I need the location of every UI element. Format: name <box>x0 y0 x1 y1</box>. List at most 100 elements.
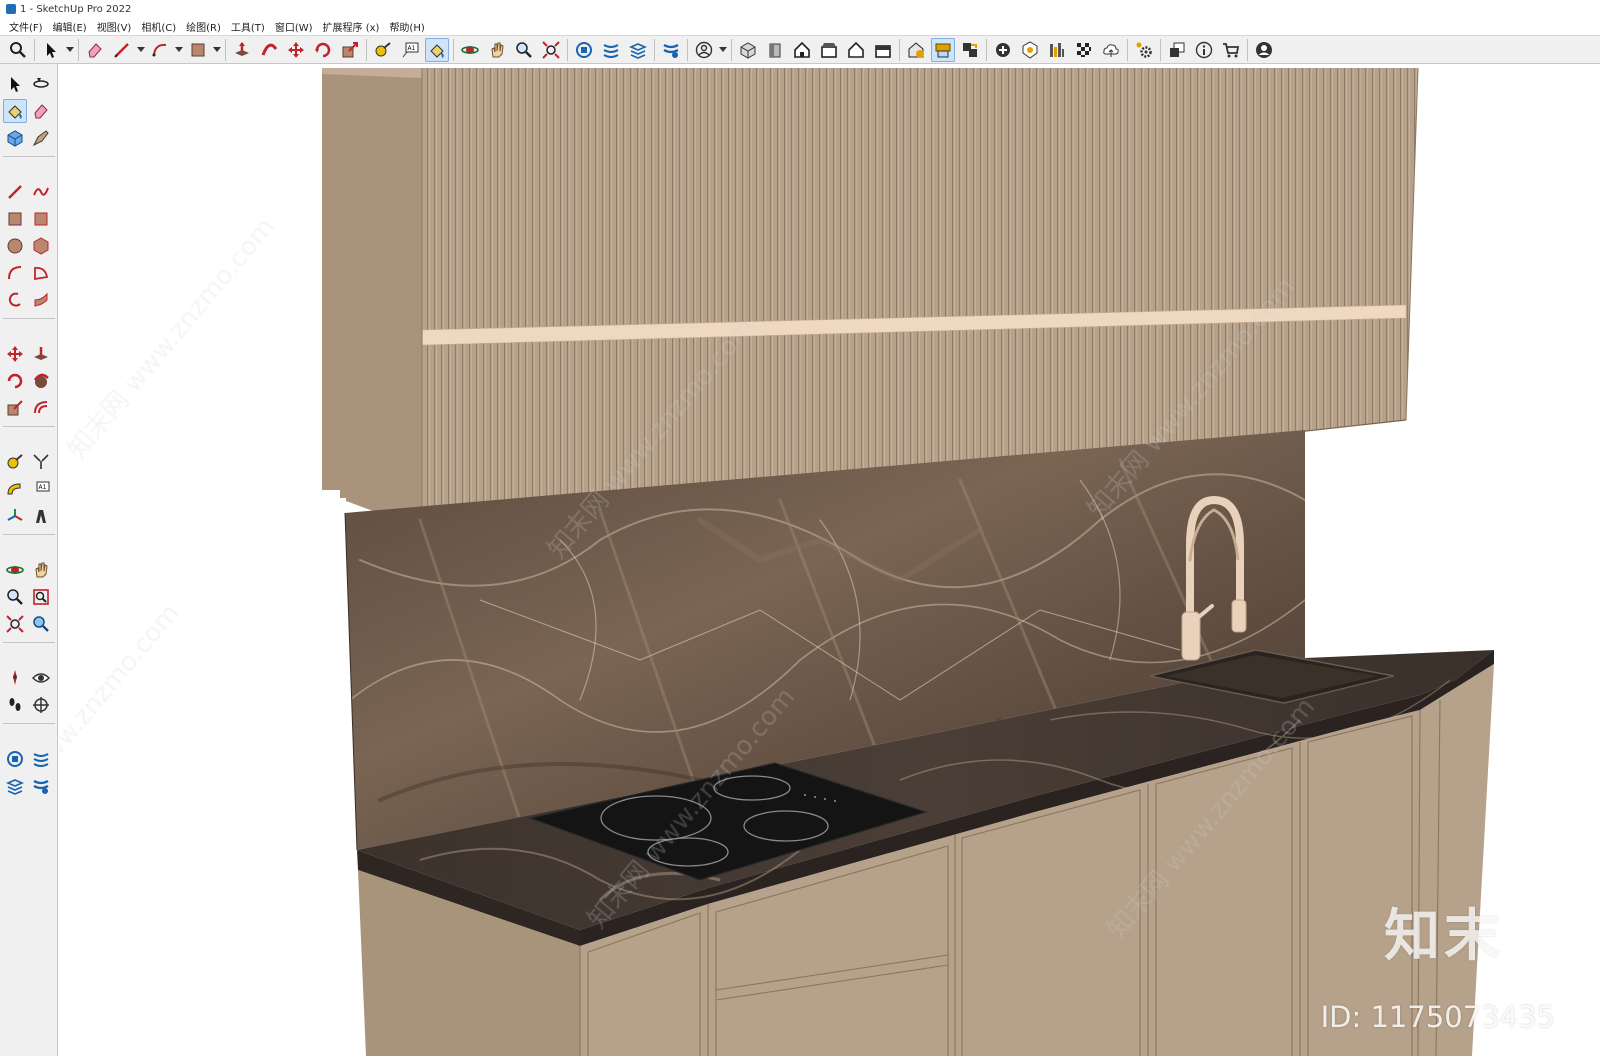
move-icon[interactable] <box>284 38 308 62</box>
menu-window[interactable]: 窗口(W) <box>270 19 318 34</box>
rotated-rect-icon[interactable] <box>29 207 53 231</box>
menu-view[interactable]: 视图(V) <box>92 19 137 34</box>
top-view-icon[interactable] <box>790 38 814 62</box>
rectangle-dropdown-icon[interactable] <box>213 38 221 62</box>
layers-icon[interactable] <box>29 774 53 798</box>
rectangle-icon[interactable] <box>3 207 27 231</box>
select-icon[interactable] <box>3 72 27 96</box>
previous-view-icon[interactable] <box>29 612 53 636</box>
rectangle-icon[interactable] <box>186 38 210 62</box>
pencil-icon[interactable] <box>110 38 134 62</box>
user-dropdown-icon[interactable] <box>719 38 727 62</box>
eraser-icon[interactable] <box>83 38 107 62</box>
orbit-icon[interactable] <box>3 558 27 582</box>
pie-icon[interactable] <box>29 261 53 285</box>
back-view-icon[interactable] <box>844 38 868 62</box>
scale-icon[interactable] <box>338 38 362 62</box>
walk-icon[interactable] <box>3 693 27 717</box>
move-icon[interactable] <box>3 342 27 366</box>
polygon-icon[interactable] <box>29 234 53 258</box>
text-icon[interactable]: A1 <box>29 477 53 501</box>
zoom-icon[interactable] <box>3 585 27 609</box>
menu-file[interactable]: 文件(F) <box>4 19 48 34</box>
warehouse-icon[interactable] <box>904 38 928 62</box>
cart-icon[interactable] <box>1219 38 1243 62</box>
push-pull-icon[interactable] <box>29 342 53 366</box>
menu-help[interactable]: 帮助(H) <box>384 19 429 34</box>
select-dropdown-icon[interactable] <box>66 38 74 62</box>
right-view-icon[interactable] <box>817 38 841 62</box>
protractor-icon[interactable] <box>3 477 27 501</box>
account-icon[interactable] <box>1252 38 1276 62</box>
pencil-dropdown-icon[interactable] <box>137 38 145 62</box>
push-pull-icon[interactable] <box>230 38 254 62</box>
settings-icon[interactable] <box>1132 38 1156 62</box>
pan-icon[interactable] <box>29 558 53 582</box>
3d-text-icon[interactable] <box>29 504 53 528</box>
tape-measure-icon[interactable] <box>371 38 395 62</box>
menu-extensions[interactable]: 扩展程序 (x) <box>318 19 385 34</box>
paint-bucket-icon[interactable] <box>3 99 27 123</box>
paint-bucket-icon[interactable] <box>425 37 449 62</box>
orbit-icon[interactable] <box>458 38 482 62</box>
arc3-icon[interactable] <box>29 288 53 312</box>
svg-text:A1: A1 <box>39 484 47 491</box>
arc-dropdown-icon[interactable] <box>175 38 183 62</box>
cloud-icon[interactable] <box>1099 38 1123 62</box>
materials-icon[interactable] <box>599 38 623 62</box>
tag-icon[interactable] <box>29 126 53 150</box>
geo-icon[interactable] <box>1018 38 1042 62</box>
iso-view-icon[interactable] <box>736 38 760 62</box>
axes-icon[interactable] <box>3 504 27 528</box>
menu-camera[interactable]: 相机(C) <box>136 19 181 34</box>
extension-icon[interactable] <box>931 37 955 62</box>
zoom-extents-icon[interactable] <box>3 612 27 636</box>
arc-icon[interactable] <box>148 38 172 62</box>
section-plane-icon[interactable] <box>29 693 53 717</box>
eraser-icon[interactable] <box>29 99 53 123</box>
materials-icon[interactable] <box>29 747 53 771</box>
freehand-icon[interactable] <box>29 180 53 204</box>
left-view-icon[interactable] <box>871 38 895 62</box>
tape-measure-icon[interactable] <box>3 450 27 474</box>
arc2-icon[interactable] <box>3 288 27 312</box>
styles-icon[interactable] <box>626 38 650 62</box>
zoom-icon[interactable] <box>512 38 536 62</box>
zoom-window-icon[interactable] <box>29 585 53 609</box>
rotate-icon[interactable] <box>311 38 335 62</box>
line-icon[interactable] <box>3 180 27 204</box>
scale-icon[interactable] <box>3 396 27 420</box>
menu-tools[interactable]: 工具(T) <box>226 19 270 34</box>
styles-icon[interactable] <box>3 774 27 798</box>
component-icon[interactable] <box>3 126 27 150</box>
position-camera-icon[interactable] <box>3 666 27 690</box>
add-location-icon[interactable] <box>991 38 1015 62</box>
share-icon[interactable] <box>958 38 982 62</box>
follow-me-icon[interactable] <box>257 38 281 62</box>
text-icon[interactable]: A1 <box>398 38 422 62</box>
front-view-icon[interactable] <box>763 38 787 62</box>
pan-icon[interactable] <box>485 38 509 62</box>
circle-icon[interactable] <box>3 234 27 258</box>
checker-icon[interactable] <box>1072 38 1096 62</box>
zoom-extents-icon[interactable] <box>539 38 563 62</box>
rotate-icon[interactable] <box>3 369 27 393</box>
offset-icon[interactable] <box>29 396 53 420</box>
sandbox-icon[interactable] <box>1045 38 1069 62</box>
model-viewport[interactable]: 知末网 www.znzmo.com 知末网 www.znzmo.com 知末网 … <box>59 64 1600 1056</box>
follow-me-icon[interactable] <box>29 369 53 393</box>
components-icon[interactable] <box>3 747 27 771</box>
dimension-icon[interactable] <box>29 450 53 474</box>
search-icon[interactable] <box>6 38 30 62</box>
user-icon[interactable] <box>692 38 716 62</box>
arc-icon[interactable] <box>3 261 27 285</box>
menu-edit[interactable]: 编辑(E) <box>48 19 92 34</box>
select-icon[interactable] <box>39 38 63 62</box>
orbit-small-icon[interactable] <box>29 72 53 96</box>
layers-icon[interactable] <box>659 38 683 62</box>
menu-draw[interactable]: 绘图(R) <box>181 19 226 34</box>
components-icon[interactable] <box>572 38 596 62</box>
window-icon[interactable] <box>1165 38 1189 62</box>
info-icon[interactable] <box>1192 38 1216 62</box>
look-around-icon[interactable] <box>29 666 53 690</box>
